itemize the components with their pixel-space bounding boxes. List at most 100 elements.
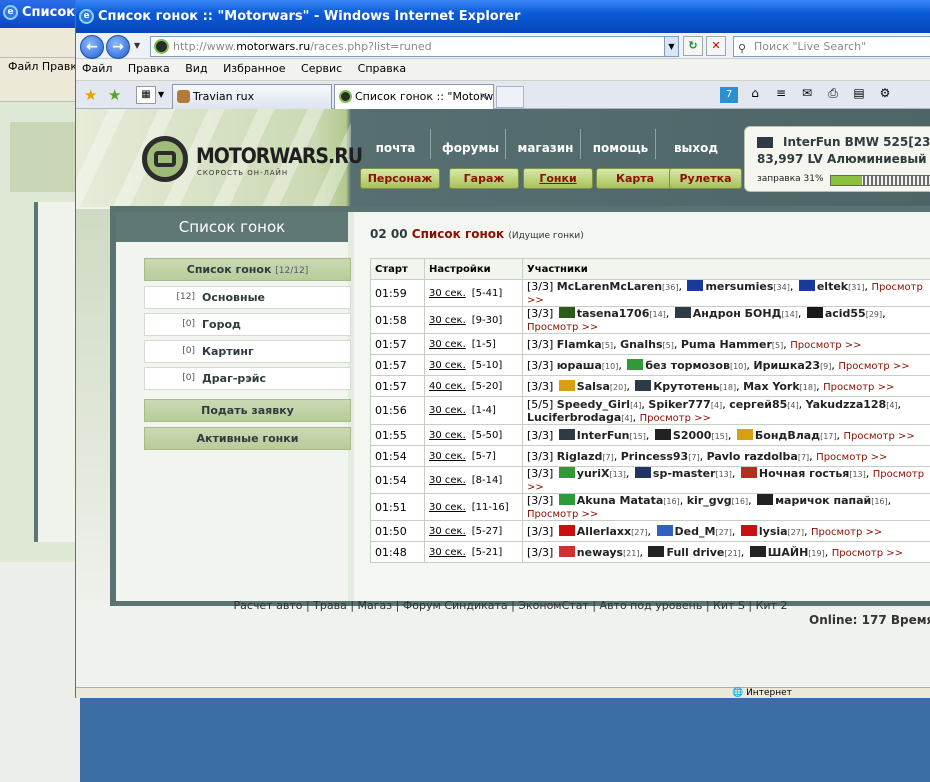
player-name[interactable]: Speedy_Girl: [557, 398, 630, 411]
player-name[interactable]: Allerlaxx: [577, 525, 631, 538]
view-race-link[interactable]: Просмотр >>: [823, 382, 894, 393]
player-name[interactable]: Иришка23: [753, 359, 820, 372]
player-name[interactable]: Ночная гостья: [759, 467, 849, 480]
player-name[interactable]: без тормозов: [645, 359, 730, 372]
view-race-link[interactable]: Просмотр >>: [816, 452, 887, 463]
player-name[interactable]: kir_gvg: [687, 494, 732, 507]
nav-mail[interactable]: почта: [361, 129, 431, 159]
add-favorite-icon[interactable]: ★: [108, 86, 121, 104]
player-name[interactable]: acid55: [825, 307, 866, 320]
print-icon[interactable]: ⎙: [824, 85, 842, 101]
player-name[interactable]: sp-master: [653, 467, 716, 480]
view-race-link[interactable]: Просмотр >>: [527, 322, 598, 333]
player-name[interactable]: tasena1706: [577, 307, 650, 320]
nav-map-button[interactable]: Карта: [596, 168, 674, 189]
sidebar-item-city[interactable]: [0]Город: [144, 313, 351, 336]
race-timeout-link[interactable]: 30 сек.: [429, 451, 466, 462]
race-timeout-link[interactable]: 30 сек.: [429, 405, 466, 416]
search-input[interactable]: ⚲Поиск "Live Search": [733, 36, 930, 57]
player-name[interactable]: Princess93: [621, 450, 688, 463]
tab-list-dropdown-icon[interactable]: ▼: [158, 90, 164, 99]
player-name[interactable]: mersumies: [705, 280, 773, 293]
menu-view[interactable]: Вид: [185, 62, 207, 75]
player-name[interactable]: Spiker777: [648, 398, 710, 411]
motorwars-logo-icon[interactable]: [142, 136, 188, 182]
player-name[interactable]: yuriX: [577, 467, 610, 480]
player-name[interactable]: Крутотень: [653, 380, 719, 393]
seven-icon[interactable]: 7: [720, 87, 738, 103]
view-race-link[interactable]: Просмотр >>: [811, 527, 882, 538]
tab-motorwars[interactable]: Список гонок :: "Motorw... ✕: [334, 84, 494, 109]
player-name[interactable]: Pavlo razdolba: [707, 450, 798, 463]
view-race-link[interactable]: Просмотр >>: [838, 361, 909, 372]
player-name[interactable]: Salsa: [577, 380, 610, 393]
view-race-link[interactable]: Просмотр >>: [790, 340, 861, 351]
player-name[interactable]: lysia: [759, 525, 788, 538]
race-timeout-link[interactable]: 30 сек.: [429, 339, 466, 350]
race-timeout-link[interactable]: 30 сек.: [429, 526, 466, 537]
close-tab-icon[interactable]: ✕: [479, 85, 488, 108]
nav-character-button[interactable]: Персонаж: [360, 168, 440, 189]
player-name[interactable]: Ded_M: [675, 525, 716, 538]
race-timeout-link[interactable]: 30 сек.: [429, 502, 466, 513]
sidebar-item-karting[interactable]: [0]Картинг: [144, 340, 351, 363]
menu-file[interactable]: Файл: [82, 62, 112, 75]
forward-button[interactable]: →: [106, 35, 130, 59]
player-name[interactable]: Max York: [743, 380, 800, 393]
player-name[interactable]: Full drive: [666, 546, 724, 559]
race-timeout-link[interactable]: 30 сек.: [429, 547, 466, 558]
nav-shop[interactable]: магазин: [511, 129, 581, 159]
view-race-link[interactable]: Просмотр >>: [832, 548, 903, 559]
nav-races-button[interactable]: Гонки: [523, 168, 593, 189]
view-race-link[interactable]: Просмотр >>: [527, 509, 598, 520]
player-name[interactable]: ШАЙН: [768, 546, 809, 559]
nav-forums[interactable]: форумы: [436, 129, 506, 159]
player-name[interactable]: БондВлад: [755, 429, 820, 442]
player-name[interactable]: Riglazd: [557, 450, 603, 463]
active-races-button[interactable]: Активные гонки: [144, 427, 351, 450]
favorites-star-icon[interactable]: ★: [84, 86, 97, 104]
history-dropdown-icon[interactable]: ▼: [134, 41, 140, 50]
race-timeout-link[interactable]: 30 сек.: [429, 430, 466, 441]
view-race-link[interactable]: Просмотр >>: [640, 413, 711, 424]
race-timeout-link[interactable]: 30 сек.: [429, 315, 466, 326]
view-race-link[interactable]: Просмотр >>: [844, 431, 915, 442]
menu-edit[interactable]: Правка: [128, 62, 170, 75]
player-name[interactable]: Yakudzza128: [806, 398, 887, 411]
player-name[interactable]: Андрон БОНД: [693, 307, 782, 320]
new-tab-button[interactable]: [496, 86, 524, 108]
player-name[interactable]: McLarenMcLaren: [557, 280, 662, 293]
quick-tabs-icon[interactable]: ▦: [136, 86, 156, 104]
player-name[interactable]: сергей85: [729, 398, 787, 411]
back-button[interactable]: ←: [80, 35, 104, 59]
stop-icon[interactable]: ✕: [706, 36, 726, 56]
address-dropdown-icon[interactable]: ▼: [664, 36, 679, 57]
page-icon[interactable]: ▤: [850, 85, 868, 101]
site-logo-text[interactable]: MOTORWARS.RU: [196, 144, 362, 168]
player-name[interactable]: neways: [577, 546, 623, 559]
submit-request-button[interactable]: Подать заявку: [144, 399, 351, 422]
menu-help[interactable]: Справка: [358, 62, 406, 75]
player-name[interactable]: юраша: [557, 359, 602, 372]
player-name[interactable]: eltek: [817, 280, 848, 293]
nav-help[interactable]: помощь: [586, 129, 656, 159]
sidebar-item-race-list[interactable]: Список гонок [12/12]: [144, 258, 351, 281]
refresh-icon[interactable]: ↻: [683, 36, 703, 56]
nav-garage-button[interactable]: Гараж: [449, 168, 519, 189]
home-icon[interactable]: ⌂: [746, 85, 764, 101]
feeds-icon[interactable]: ≡: [772, 85, 790, 101]
race-timeout-link[interactable]: 30 сек.: [429, 288, 466, 299]
address-field[interactable]: http://www.motorwars.ru/races.php?list=r…: [150, 36, 678, 57]
player-name[interactable]: InterFun: [577, 429, 630, 442]
sidebar-item-main[interactable]: [12]Основные: [144, 286, 351, 309]
menu-favorites[interactable]: Избранное: [223, 62, 285, 75]
tab-travian[interactable]: Travian rux: [172, 84, 332, 109]
footer-links[interactable]: Расчет авто | Трава | Магаз | Форум Синд…: [76, 599, 930, 612]
player-name[interactable]: Akuna Matata: [577, 494, 663, 507]
player-name[interactable]: Luciferbrodaga: [527, 411, 621, 424]
player-name[interactable]: Puma Hammer: [681, 338, 772, 351]
player-name[interactable]: маричок папай: [775, 494, 871, 507]
player-name[interactable]: Flamka: [557, 338, 602, 351]
car-name[interactable]: InterFun BMW 525[23]: [783, 135, 930, 149]
tools-gear-icon[interactable]: ⚙: [876, 85, 894, 101]
